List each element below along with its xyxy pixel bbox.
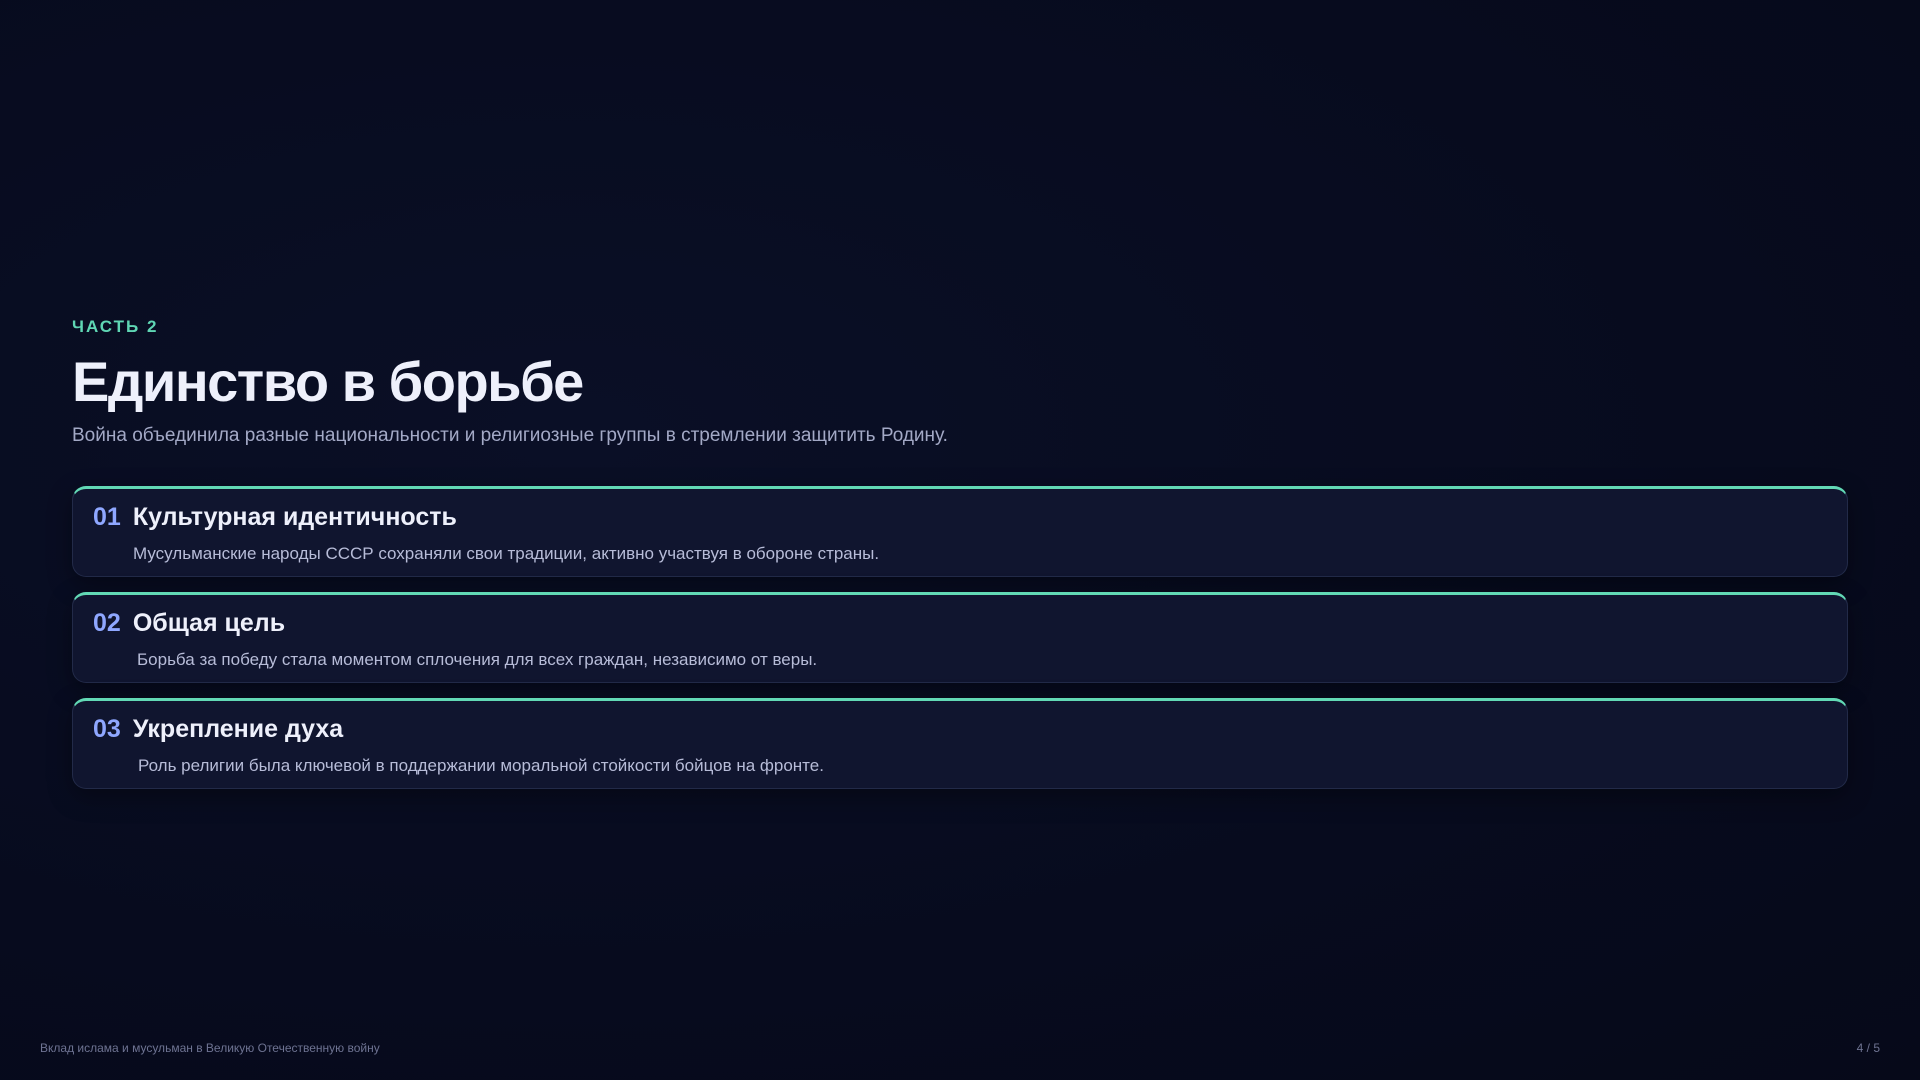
section-eyebrow: ЧАСТЬ 2: [72, 317, 159, 336]
card-description: Борьба за победу стала моментом сплочени…: [137, 650, 818, 669]
card-title: Укрепление духа: [132, 715, 344, 743]
card-item: 01 Культурная идентичность Мусульманские…: [72, 486, 1848, 577]
slide-content: ЧАСТЬ 2 Единство в борьбе Война объедини…: [72, 316, 1848, 789]
card-item: 02 Общая цель Борьба за победу стала мом…: [72, 592, 1848, 683]
slide: ЧАСТЬ 2 Единство в борьбе Война объедини…: [0, 0, 1920, 1080]
card-header: 03 Укрепление духа: [93, 715, 1827, 749]
card-number: 03: [93, 715, 121, 743]
footer-presentation-title: Вклад ислама и мусульман в Великую Отече…: [40, 1041, 380, 1055]
page-indicator: 4 / 5: [1856, 1041, 1880, 1055]
card-header: 02 Общая цель: [93, 609, 1827, 643]
card-number: 01: [93, 503, 121, 531]
slide-title: Единство в борьбе: [72, 350, 584, 413]
card-description: Мусульманские народы СССР сохраняли свои…: [133, 544, 880, 563]
card-number: 02: [93, 609, 121, 637]
card-description: Роль религии была ключевой в поддержании…: [138, 756, 824, 775]
card-item: 03 Укрепление духа Роль религии была клю…: [72, 698, 1848, 789]
slide-subtitle: Война объединила разные национальности и…: [72, 425, 948, 446]
card-list: 01 Культурная идентичность Мусульманские…: [72, 486, 1848, 789]
card-header: 01 Культурная идентичность: [93, 503, 1827, 537]
card-title: Общая цель: [132, 609, 286, 637]
card-title: Культурная идентичность: [132, 503, 457, 531]
